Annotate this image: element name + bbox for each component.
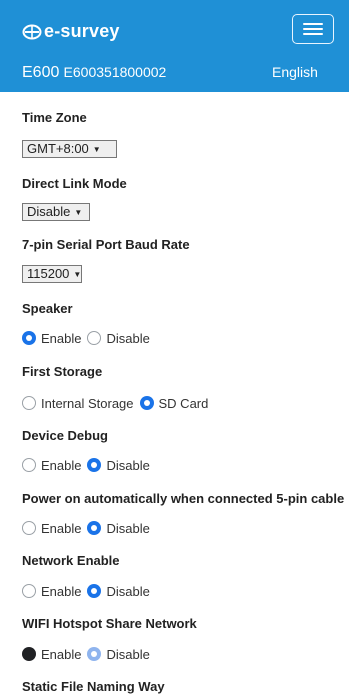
speaker-enable-label[interactable]: Enable [41, 331, 81, 346]
baud-rate-label: 7-pin Serial Port Baud Rate [22, 237, 190, 252]
wifi-hotspot-label: WIFI Hotspot Share Network [22, 616, 197, 631]
device-debug-disable-radio[interactable] [87, 458, 102, 472]
direct-link-label: Direct Link Mode [22, 176, 127, 191]
first-storage-options: Internal Storage SD Card [22, 395, 214, 411]
time-zone-label: Time Zone [22, 110, 87, 125]
hamburger-menu-button[interactable] [292, 14, 334, 44]
internal-storage-label[interactable]: Internal Storage [41, 396, 134, 411]
first-storage-label: First Storage [22, 364, 103, 379]
power-on-enable-radio[interactable] [22, 521, 36, 535]
network-disable-radio[interactable] [87, 584, 102, 598]
speaker-disable-radio[interactable] [87, 331, 102, 345]
dropdown-arrow-icon: ▼ [73, 270, 82, 279]
wifi-hotspot-disable-radio[interactable] [87, 647, 102, 661]
power-on-label: Power on automatically when connected 5-… [22, 491, 345, 506]
brand-name: e-survey [44, 21, 120, 41]
dropdown-arrow-icon: ▼ [92, 145, 101, 154]
device-debug-label: Device Debug [22, 428, 108, 443]
device-info: E600 E600351800002 [22, 64, 166, 82]
speaker-options: Enable Disable [22, 330, 156, 346]
static-file-naming-label: Static File Naming Way [22, 679, 165, 694]
network-enable-radio[interactable] [22, 584, 36, 598]
network-enable-option-label[interactable]: Enable [41, 584, 81, 599]
power-on-enable-label[interactable]: Enable [41, 521, 81, 536]
wifi-hotspot-enable-label[interactable]: Enable [41, 647, 81, 662]
speaker-disable-label[interactable]: Disable [106, 331, 149, 346]
sd-card-label[interactable]: SD Card [159, 396, 209, 411]
brand-logo[interactable]: e-survey [22, 21, 120, 42]
time-zone-select[interactable]: GMT+8:00 ▼ [22, 140, 117, 158]
direct-link-value: Disable [27, 204, 71, 219]
direct-link-select[interactable]: Disable ▼ [22, 203, 90, 221]
sd-card-radio[interactable] [139, 396, 154, 410]
time-zone-value: GMT+8:00 [27, 141, 89, 156]
device-debug-enable-radio[interactable] [22, 458, 36, 472]
baud-rate-select[interactable]: 115200 ▼ [22, 265, 82, 283]
wifi-hotspot-enable-radio[interactable] [22, 647, 36, 661]
device-serial: E600351800002 [63, 64, 167, 80]
internal-storage-radio[interactable] [22, 396, 36, 410]
network-enable-label: Network Enable [22, 553, 120, 568]
device-debug-options: Enable Disable [22, 457, 156, 473]
power-on-options: Enable Disable [22, 520, 156, 536]
speaker-enable-radio[interactable] [22, 331, 36, 345]
power-on-disable-label[interactable]: Disable [106, 521, 149, 536]
network-enable-options: Enable Disable [22, 583, 156, 599]
hamburger-menu-icon [303, 23, 323, 25]
network-disable-label[interactable]: Disable [106, 584, 149, 599]
wifi-hotspot-disable-label[interactable]: Disable [106, 647, 149, 662]
device-debug-disable-label[interactable]: Disable [106, 458, 149, 473]
dropdown-arrow-icon: ▼ [74, 208, 83, 217]
power-on-disable-radio[interactable] [87, 521, 102, 535]
language-switch[interactable]: English [272, 64, 318, 80]
speaker-label: Speaker [22, 301, 73, 316]
baud-rate-value: 115200 [27, 266, 70, 281]
device-model: E600 [22, 64, 60, 81]
wifi-hotspot-options: Enable Disable [22, 646, 156, 662]
e-survey-logo-icon [22, 24, 42, 39]
top-header: e-survey E600 E600351800002 English [0, 0, 349, 92]
device-debug-enable-label[interactable]: Enable [41, 458, 81, 473]
